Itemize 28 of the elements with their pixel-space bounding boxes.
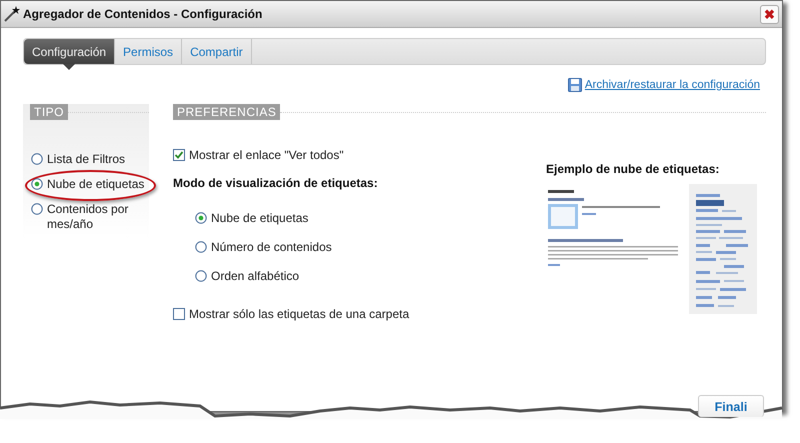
radio-button[interactable] — [31, 203, 43, 215]
radio-button[interactable] — [195, 212, 207, 224]
radio-button[interactable] — [195, 241, 207, 253]
option-label: Nube de etiquetas — [211, 211, 308, 226]
example-heading: Ejemplo de nube de etiquetas: — [546, 162, 720, 176]
tab[interactable]: Compartir — [182, 39, 252, 64]
checkbox[interactable] — [173, 149, 185, 161]
checkbox[interactable] — [173, 308, 185, 320]
close-button[interactable]: ✖ — [760, 4, 779, 24]
tab-pointer-icon — [63, 64, 76, 70]
option-label: Lista de Filtros — [47, 152, 126, 167]
option-label: Orden alfabético — [211, 269, 300, 284]
window-title: Agregador de Contenidos - Configuración — [23, 7, 264, 21]
tab[interactable]: Permisos — [115, 39, 182, 64]
radio-button[interactable] — [31, 153, 43, 165]
option-label: Contenidos por mes/año — [47, 202, 130, 232]
finish-button[interactable]: Finali — [698, 395, 764, 417]
option-label: Mostrar sólo las etiquetas de una carpeta — [189, 307, 410, 322]
radio-button[interactable] — [195, 270, 207, 282]
option-label: Mostrar el enlace "Ver todos" — [189, 148, 344, 163]
wand-icon — [4, 6, 20, 22]
section-heading: PREFERENCIAS — [173, 104, 280, 120]
option-label: Nube de etiquetas — [47, 177, 144, 192]
archive-restore-link[interactable]: Archivar/restaurar la configuración — [584, 79, 760, 91]
option-label: Número de contenidos — [211, 240, 332, 255]
radio-button[interactable] — [31, 178, 43, 190]
mode-heading: Modo de visualización de etiquetas: — [173, 176, 379, 190]
section-heading: TIPO — [30, 104, 68, 120]
